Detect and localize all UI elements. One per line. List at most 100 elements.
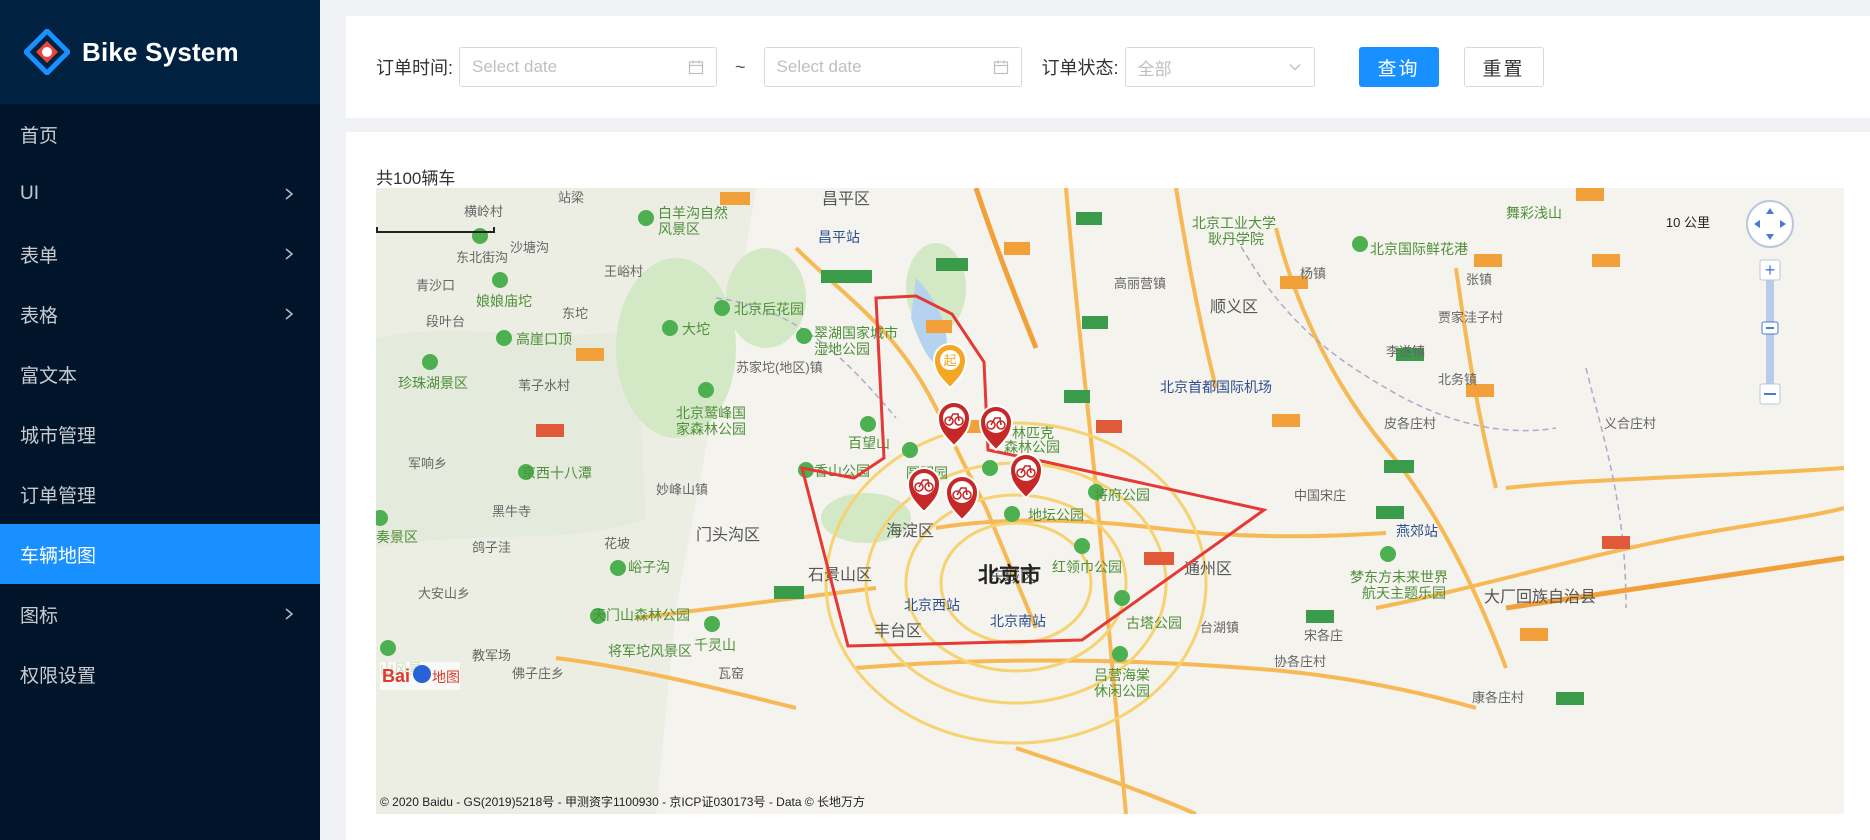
svg-text:台湖镇: 台湖镇 — [1200, 620, 1239, 635]
label-mentougou: 门头沟区 — [696, 526, 760, 544]
sidebar-item-label: 表单 — [20, 245, 59, 267]
sidebar-item[interactable]: 图标 — [0, 584, 320, 644]
sidebar-item-label: 城市管理 — [20, 425, 97, 447]
sidebar-item[interactable]: 车辆地图 — [0, 524, 320, 584]
bike-marker[interactable] — [936, 401, 972, 448]
svg-text:妙峰山镇: 妙峰山镇 — [656, 482, 708, 497]
label-airport: 北京首都国际机场 — [1160, 379, 1272, 395]
svg-text:鸽子洼: 鸽子洼 — [472, 540, 511, 555]
svg-text:航天主题乐园: 航天主题乐园 — [1362, 585, 1446, 601]
label-changping-station: 昌平站 — [818, 229, 860, 245]
sidebar-item-label: UI — [20, 183, 39, 204]
start-date-placeholder: Select date — [472, 57, 558, 76]
sidebar-item[interactable]: 权限设置 — [0, 644, 320, 704]
logo-icon — [22, 27, 72, 77]
baidu-logo: Bai 地图 — [380, 662, 460, 690]
end-date-picker[interactable]: Select date — [763, 47, 1022, 87]
query-button[interactable]: 查询 — [1358, 47, 1439, 87]
svg-text:Bai: Bai — [382, 666, 410, 686]
sidebar-item[interactable]: UI — [0, 164, 320, 224]
svg-text:北京后花园: 北京后花园 — [734, 301, 804, 317]
reset-button[interactable]: 重置 — [1463, 47, 1544, 87]
order-status-value: 全部 — [1137, 59, 1172, 79]
sidebar-item[interactable]: 表单 — [0, 224, 320, 284]
filter-bar: 订单时间: Select date ~ Select date 订单状态: 全部… — [346, 16, 1870, 118]
chevron-right-icon — [285, 188, 294, 200]
svg-text:宋各庄: 宋各庄 — [1304, 628, 1343, 643]
svg-text:王峪村: 王峪村 — [604, 264, 643, 279]
svg-text:北京工业大学: 北京工业大学 — [1192, 215, 1276, 231]
svg-text:李遂镇: 李遂镇 — [1386, 344, 1425, 359]
order-status-select[interactable]: 全部 — [1124, 47, 1315, 87]
svg-text:大安山乡: 大安山乡 — [418, 586, 470, 601]
svg-text:佛子庄乡: 佛子庄乡 — [512, 666, 564, 681]
svg-text:苇子水村: 苇子水村 — [518, 378, 570, 393]
label-city: 北京市 — [978, 563, 1041, 587]
svg-text:北京国际鲜花港: 北京国际鲜花港 — [1370, 241, 1468, 257]
sidebar-item-label: 表格 — [20, 305, 59, 327]
app-title: Bike System — [82, 36, 239, 67]
start-date-picker[interactable]: Select date — [459, 47, 718, 87]
svg-text:峪子沟: 峪子沟 — [628, 559, 670, 575]
svg-text:康各庄村: 康各庄村 — [1472, 690, 1524, 705]
svg-text:教军场: 教军场 — [472, 648, 511, 663]
svg-text:天门山森林公园: 天门山森林公园 — [592, 607, 690, 623]
svg-text:+: + — [1765, 260, 1776, 280]
svg-text:贾家洼子村: 贾家洼子村 — [1438, 310, 1503, 325]
sidebar-item[interactable]: 富文本 — [0, 344, 320, 404]
sidebar-item[interactable]: 城市管理 — [0, 404, 320, 464]
sidebar-item[interactable]: 首页 — [0, 104, 320, 164]
label-shijingshan: 石景山区 — [808, 566, 872, 584]
svg-text:青沙口: 青沙口 — [416, 278, 455, 293]
svg-text:中国宋庄: 中国宋庄 — [1294, 488, 1346, 503]
svg-text:奏景区: 奏景区 — [376, 529, 418, 545]
pan-control-icon[interactable] — [1746, 200, 1794, 248]
svg-text:军响乡: 军响乡 — [408, 456, 447, 471]
svg-text:湿地公园: 湿地公园 — [814, 341, 870, 357]
date-range-separator: ~ — [735, 56, 746, 77]
end-date-placeholder: Select date — [776, 57, 862, 76]
bike-marker[interactable] — [1008, 453, 1044, 500]
map-copyright: © 2020 Baidu - GS(2019)5218号 - 甲测资字11009… — [380, 795, 866, 809]
svg-text:横岭村: 横岭村 — [464, 204, 503, 219]
chevron-right-icon — [285, 248, 294, 260]
label-haidian: 海淀区 — [886, 522, 934, 540]
chevron-right-icon — [285, 308, 294, 320]
svg-text:舞彩浅山: 舞彩浅山 — [1506, 205, 1562, 221]
map-card: 共100辆车 白羊沟自然 风景区 横岭村 站梁 东北街沟 沙塘沟 青沙口 娘娘庙… — [346, 132, 1870, 840]
sidebar-menu: 首页 UI 表单表格富文本城市管理订单管理 车辆地图 图标 权限设置 — [0, 104, 320, 704]
svg-text:沙塘沟: 沙塘沟 — [510, 240, 549, 255]
svg-text:京西十八潭: 京西十八潭 — [522, 465, 592, 481]
svg-text:段叶台: 段叶台 — [426, 314, 465, 329]
svg-text:站梁: 站梁 — [558, 190, 584, 205]
svg-text:森林公园: 森林公园 — [1004, 439, 1060, 455]
start-marker[interactable]: 起 — [932, 343, 968, 390]
map-canvas: 白羊沟自然 风景区 横岭村 站梁 东北街沟 沙塘沟 青沙口 娘娘庙坨 东坨 段叶… — [376, 188, 1844, 814]
svg-text:将军坨风景区: 将军坨风景区 — [608, 643, 692, 659]
order-time-label: 订单时间: — [376, 58, 454, 78]
svg-text:杨镇: 杨镇 — [1300, 266, 1326, 281]
svg-text:家森林公园: 家森林公园 — [676, 421, 746, 437]
svg-text:珍珠湖景区: 珍珠湖景区 — [398, 375, 468, 391]
svg-text:白羊沟自然: 白羊沟自然 — [658, 205, 728, 221]
svg-text:东北街沟: 东北街沟 — [456, 250, 508, 265]
logo[interactable]: Bike System — [0, 0, 320, 104]
calendar-icon — [688, 60, 704, 75]
sidebar-item[interactable]: 表格 — [0, 284, 320, 344]
svg-text:张镇: 张镇 — [1466, 272, 1492, 287]
svg-text:风景区: 风景区 — [658, 221, 700, 237]
label-changping: 昌平区 — [822, 191, 870, 208]
bike-map[interactable]: 白羊沟自然 风景区 横岭村 站梁 东北街沟 沙塘沟 青沙口 娘娘庙坨 东坨 段叶… — [376, 188, 1844, 814]
sidebar-item[interactable]: 订单管理 — [0, 464, 320, 524]
svg-text:吕营海棠: 吕营海棠 — [1094, 667, 1150, 683]
calendar-icon — [993, 60, 1008, 75]
label-beijing-west: 北京西站 — [904, 597, 960, 613]
bike-marker[interactable] — [906, 467, 942, 514]
label-shunyi: 顺义区 — [1210, 298, 1258, 316]
svg-text:协各庄村: 协各庄村 — [1274, 654, 1326, 669]
label-beijing-south: 北京南站 — [990, 613, 1046, 629]
svg-text:地图: 地图 — [432, 669, 460, 685]
svg-text:北务镇: 北务镇 — [1438, 372, 1477, 387]
svg-text:红领巾公园: 红领巾公园 — [1052, 559, 1122, 575]
svg-text:皮各庄村: 皮各庄村 — [1384, 416, 1436, 431]
